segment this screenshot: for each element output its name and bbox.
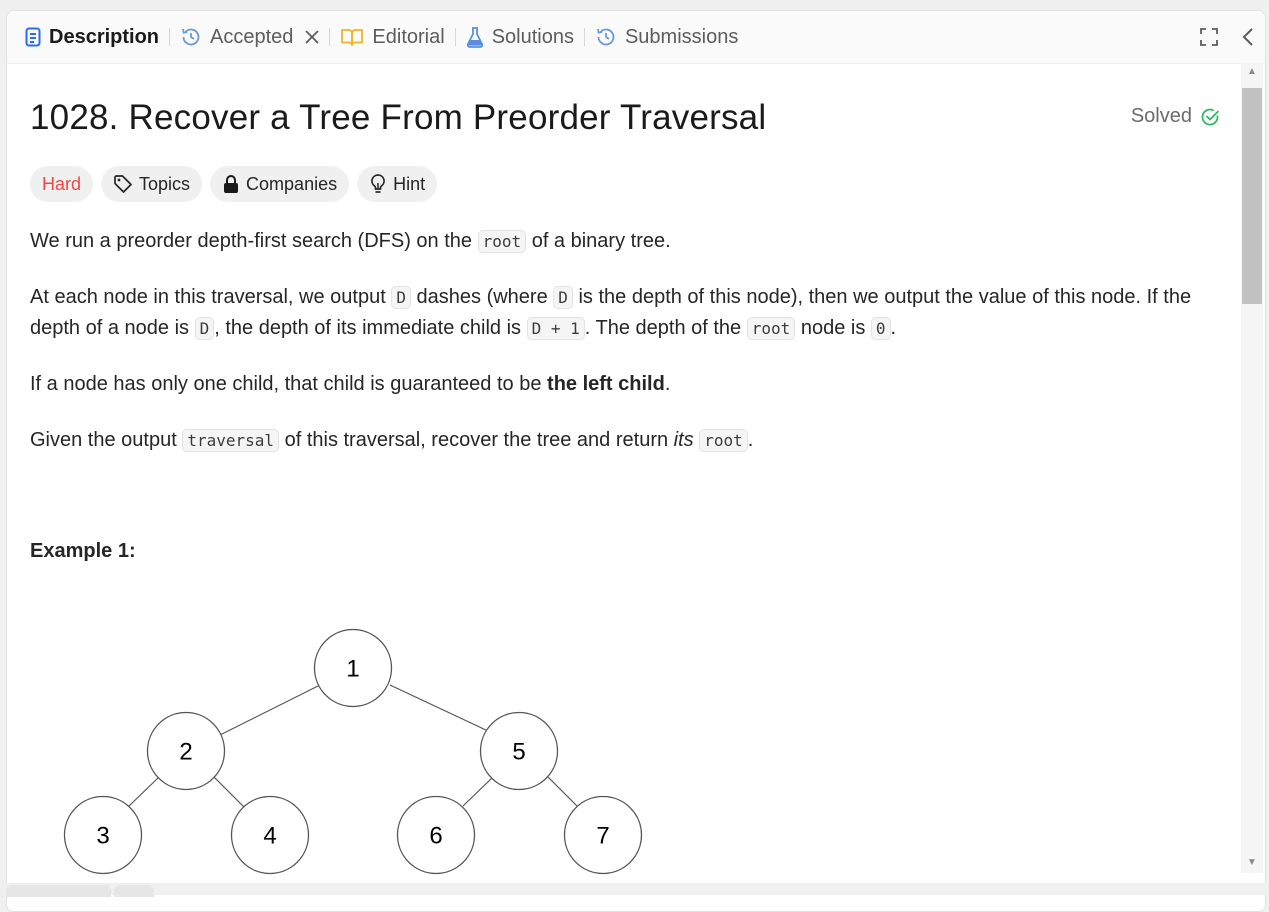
tree-node-label: 7	[596, 823, 609, 850]
solved-status: Solved	[1131, 105, 1220, 128]
tree-node-label: 1	[346, 656, 359, 683]
tab-editorial-label: Editorial	[372, 25, 445, 48]
text: We run a preorder depth-first search (DF…	[30, 230, 478, 252]
tree-edge	[219, 684, 321, 736]
inline-code: root	[699, 429, 748, 452]
scroll-down-arrow-icon[interactable]: ▼	[1246, 857, 1258, 868]
text: of this traversal, recover the tree and …	[279, 429, 674, 451]
text: dashes (where	[410, 286, 554, 308]
inline-code: root	[746, 317, 796, 340]
tree-edge	[128, 776, 160, 807]
bottom-panel-edge	[0, 883, 1269, 895]
document-icon	[25, 27, 41, 47]
inline-code: traversal	[182, 429, 280, 452]
tab-solutions-label: Solutions	[491, 25, 574, 48]
description-paragraph-4: Given the output traversal of this trave…	[30, 425, 1225, 456]
bold-text: the left child	[547, 373, 665, 395]
solved-label: Solved	[1130, 105, 1192, 127]
check-circle-icon	[1200, 107, 1220, 127]
problem-title: 1028. Recover a Tree From Preorder Trave…	[30, 98, 767, 137]
text: Given the output	[30, 429, 183, 451]
text: of a binary tree.	[526, 230, 671, 252]
bottom-tab[interactable]	[114, 885, 154, 897]
tree-edge	[213, 776, 245, 808]
description-paragraph-1: We run a preorder depth-first search (DF…	[30, 226, 1225, 257]
inline-code: D	[391, 286, 411, 309]
description-paragraph-2: At each node in this traversal, we outpu…	[30, 282, 1225, 344]
inline-code: root	[477, 230, 527, 253]
scroll-up-arrow-icon[interactable]: ▲	[1246, 66, 1258, 77]
italic-text: its	[673, 429, 694, 451]
companies-label: Companies	[246, 173, 338, 194]
tag-row: Hard Topics Companies Hint	[30, 166, 438, 202]
collapse-chevron-icon[interactable]	[1241, 27, 1255, 47]
panel-controls	[1199, 11, 1255, 63]
maximize-icon[interactable]	[1199, 27, 1219, 47]
text: . The depth of the	[584, 317, 747, 339]
hint-button[interactable]: Hint	[357, 166, 438, 202]
topics-button[interactable]: Topics	[101, 166, 203, 202]
tag-icon	[113, 174, 133, 194]
hint-label: Hint	[393, 173, 426, 194]
flask-icon	[466, 26, 484, 48]
description-paragraph-3: If a node has only one child, that child…	[30, 369, 1225, 400]
close-tab-icon[interactable]	[305, 30, 320, 44]
tab-description-label: Description	[49, 25, 160, 48]
tree-diagram: 1 2 5 3 4 6 7	[63, 628, 643, 875]
text: node is	[795, 317, 871, 339]
text: At each node in this traversal, we outpu…	[30, 286, 392, 308]
tree-node-label: 6	[429, 823, 442, 850]
problem-description: 1028. Recover a Tree From Preorder Trave…	[30, 64, 1220, 911]
tab-accepted[interactable]: Accepted	[170, 11, 329, 63]
text: .	[664, 373, 671, 395]
inline-code: 0	[870, 317, 891, 340]
tree-node-label: 4	[263, 823, 276, 850]
tree-edge	[462, 776, 494, 807]
scrollbar-thumb[interactable]	[1242, 88, 1262, 304]
tree-node-label: 5	[512, 739, 525, 766]
tree-node-label: 2	[179, 739, 192, 766]
tab-bar: Description Accepted Editorial Solutions	[7, 11, 1265, 64]
tab-submissions[interactable]: Submissions	[585, 11, 748, 63]
book-icon	[340, 27, 364, 47]
history-icon	[595, 26, 617, 48]
tree-edge	[389, 684, 489, 732]
text: If a node has only one child, that child…	[30, 373, 548, 395]
tree-edge	[547, 776, 579, 808]
text: .	[890, 317, 897, 339]
lightbulb-icon	[369, 173, 387, 195]
inline-code: D	[553, 286, 573, 309]
companies-button[interactable]: Companies	[210, 166, 350, 202]
tab-description[interactable]: Description	[7, 11, 169, 63]
lock-icon	[222, 174, 240, 194]
example-heading: Example 1:	[30, 540, 136, 562]
example-tree-image: 1 2 5 3 4 6 7	[58, 626, 678, 891]
tab-solutions[interactable]: Solutions	[456, 11, 584, 63]
topics-label: Topics	[139, 173, 191, 194]
tab-submissions-label: Submissions	[624, 25, 739, 48]
text: .	[747, 429, 754, 451]
tree-node-label: 3	[96, 823, 109, 850]
difficulty-badge[interactable]: Hard	[30, 166, 94, 202]
history-icon	[180, 26, 202, 48]
problem-panel: Description Accepted Editorial Solutions	[6, 10, 1266, 912]
inline-code: D + 1	[526, 317, 585, 340]
tab-accepted-label: Accepted	[210, 25, 294, 48]
text: , the depth of its immediate child is	[214, 317, 527, 339]
tab-editorial[interactable]: Editorial	[330, 11, 454, 63]
bottom-tab[interactable]	[6, 885, 111, 897]
inline-code: D	[194, 317, 215, 340]
